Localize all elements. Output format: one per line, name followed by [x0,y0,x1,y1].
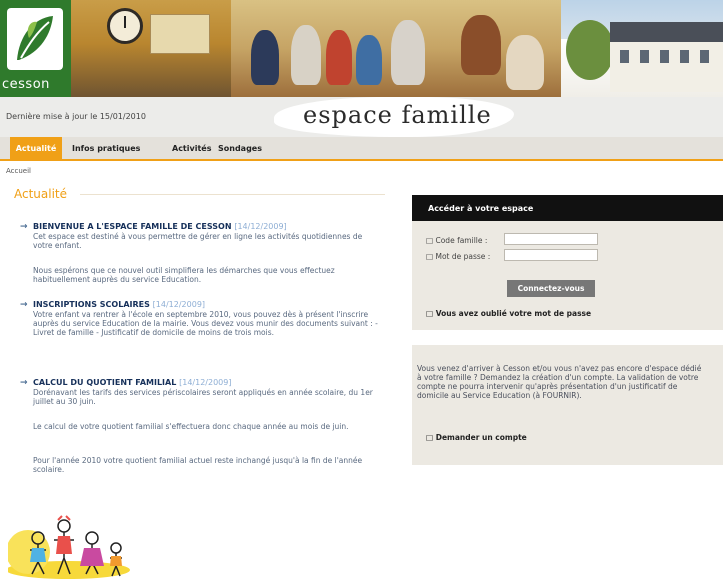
leaf-logo-icon [7,8,63,70]
login-header: Accéder à votre espace [412,195,723,221]
news-date: [14/12/2009] [152,300,206,309]
last-update-text: Dernière mise à jour le 15/01/2010 [6,112,146,121]
news-title-text[interactable]: BIENVENUE A L'ESPACE FAMILLE DE CESSON [33,222,232,231]
forgot-password-link[interactable]: □ Vous avez oublié votre mot de passe [426,309,591,318]
arrow-right-icon: → [20,378,28,388]
request-account-text[interactable]: Demander un compte [436,433,527,442]
tab-actualite[interactable]: Actualité [10,137,62,160]
news-paragraph: Nous espérons que ce nouvel outil simpli… [33,266,335,284]
account-request-text: Vous venez d'arriver à Cesson et/ou vous… [417,364,702,400]
children-photo [231,0,561,97]
password-input[interactable] [504,249,598,261]
family-code-label: □ Code famille : [426,236,487,245]
news-title[interactable]: BIENVENUE A L'ESPACE FAMILLE DE CESSON [… [33,222,383,231]
news-date: [14/12/2009] [179,378,232,387]
news-title[interactable]: INSCRIPTIONS SCOLAIRES [14/12/2009] [33,300,383,309]
tree-image [566,20,614,80]
family-code-input[interactable] [504,233,598,245]
account-request-panel [412,345,723,465]
forgot-password-text[interactable]: Vous avez oublié votre mot de passe [436,309,591,318]
section-divider [80,194,385,195]
bullet-square-icon: □ [426,252,434,261]
bullet-square-icon: □ [426,236,434,245]
tab-sondages[interactable]: Sondages [218,137,262,160]
wall-poster-image [150,14,210,54]
tab-activites[interactable]: Activités [172,137,211,160]
title-strip: Dernière mise à jour le 15/01/2010 espac… [0,97,723,137]
password-label: □ Mot de passe : [426,252,490,261]
nav-underline [0,159,723,161]
login-title: Accéder à votre espace [428,204,534,213]
tab-infos-pratiques[interactable]: Infos pratiques [72,137,140,160]
main-nav: Actualité Infos pratiques Activités Sond… [0,137,723,160]
bullet-square-icon: □ [426,309,434,318]
news-date: [14/12/2009] [234,222,287,231]
news-paragraph: Pour l'année 2010 votre quotient familia… [33,456,363,474]
news-title[interactable]: CALCUL DU QUOTIENT FAMILIAL [14/12/2009] [33,378,383,387]
news-paragraph: Dorénavant les tarifs des services péris… [33,388,373,406]
school-roof [610,22,723,42]
bullet-square-icon: □ [426,433,434,442]
arrow-right-icon: → [20,222,28,232]
breadcrumb[interactable]: Accueil [6,167,31,175]
news-paragraph: Le calcul de votre quotient familial s'e… [33,422,349,431]
header-banner: cesson [0,0,723,97]
cesson-logo[interactable]: cesson [0,0,71,97]
wall-clock-image [107,8,143,44]
news-title-text[interactable]: INSCRIPTIONS SCOLAIRES [33,300,150,309]
arrow-right-icon: → [20,300,28,310]
password-label-text: Mot de passe : [435,252,491,261]
section-title: Actualité [14,187,68,201]
children-drawing-image [6,512,188,583]
request-account-link[interactable]: □ Demander un compte [426,433,527,442]
brand-title: espace famille [303,101,492,129]
logo-text: cesson [2,77,50,92]
news-paragraph: Votre enfant va rentrer à l'école en sep… [33,310,378,337]
news-title-text[interactable]: CALCUL DU QUOTIENT FAMILIAL [33,378,176,387]
connect-button[interactable]: Connectez-vous [507,280,595,297]
school-facade [610,42,723,92]
family-code-label-text: Code famille : [435,236,488,245]
news-paragraph: Cet espace est destiné à vous permettre … [33,232,363,250]
